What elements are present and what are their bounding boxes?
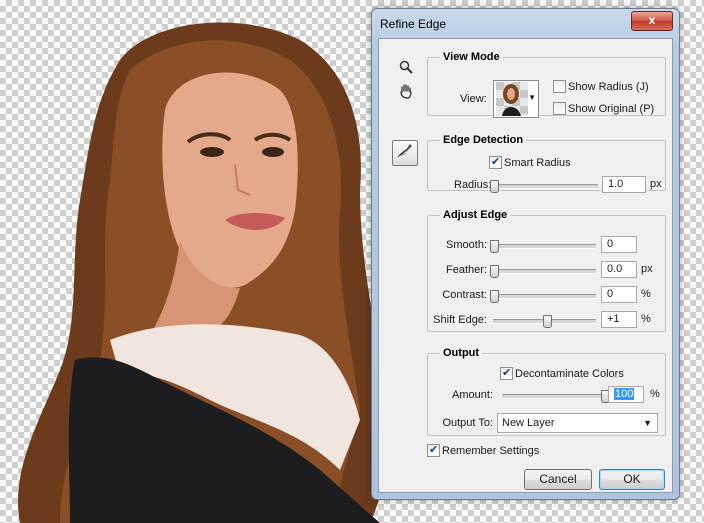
feather-slider[interactable] xyxy=(490,265,596,278)
smooth-label: Smooth: xyxy=(446,239,487,251)
contrast-input[interactable]: 0 xyxy=(601,286,637,303)
radius-label: Radius: xyxy=(454,179,492,191)
radius-unit: px xyxy=(650,178,662,190)
decontaminate-colors-label: Decontaminate Colors xyxy=(515,368,624,380)
view-mode-picker[interactable]: ▼ xyxy=(493,80,539,118)
radius-input[interactable]: 1.0 xyxy=(602,176,646,193)
shift-edge-label: Shift Edge: xyxy=(433,314,487,326)
shift-edge-input[interactable]: +1 xyxy=(601,311,637,328)
view-label: View: xyxy=(460,93,487,105)
feather-label: Feather: xyxy=(446,264,487,276)
output-group: Output Decontaminate Colors Amount: 100 … xyxy=(427,347,666,436)
contrast-unit: % xyxy=(641,288,651,300)
radius-slider-thumb[interactable] xyxy=(490,180,499,193)
shift-edge-unit: % xyxy=(641,313,651,325)
smooth-slider[interactable] xyxy=(490,240,596,253)
view-mode-group: View Mode View: ▼ Show Radius (J) Show O… xyxy=(427,51,666,118)
amount-label: Amount: xyxy=(452,389,493,401)
remember-settings-checkbox[interactable] xyxy=(427,443,440,457)
edge-detection-group: Edge Detection Smart Radius Radius: 1.0 … xyxy=(427,134,666,193)
smart-radius-label: Smart Radius xyxy=(504,157,571,169)
contrast-slider-thumb[interactable] xyxy=(490,290,499,303)
view-mode-thumbnail xyxy=(496,82,528,116)
amount-value-selected: 100 xyxy=(614,388,635,400)
dialog-title: Refine Edge xyxy=(380,17,447,31)
radius-slider[interactable] xyxy=(490,180,598,193)
show-original-checkbox[interactable] xyxy=(553,102,566,115)
output-legend: Output xyxy=(443,347,480,359)
show-radius-checkbox[interactable] xyxy=(553,80,566,93)
adjust-edge-group: Adjust Edge Smooth: 0 Feather: 0.0 px Co… xyxy=(427,209,666,332)
chevron-down-icon: ▼ xyxy=(643,418,652,428)
feather-slider-thumb[interactable] xyxy=(490,265,499,278)
contrast-slider[interactable] xyxy=(490,290,596,303)
amount-slider[interactable] xyxy=(502,390,610,403)
adjust-edge-legend: Adjust Edge xyxy=(443,209,508,221)
ok-button[interactable]: OK xyxy=(599,469,665,490)
dialog-body: View Mode View: ▼ Show Radius (J) Show O… xyxy=(378,38,673,493)
close-button[interactable]: x xyxy=(631,11,673,31)
feather-input[interactable]: 0.0 xyxy=(601,261,637,278)
edge-detection-legend: Edge Detection xyxy=(443,134,524,146)
output-to-select[interactable]: New Layer ▼ xyxy=(497,413,658,433)
show-radius-label: Show Radius (J) xyxy=(568,81,649,93)
decontaminate-colors-checkbox[interactable] xyxy=(500,366,513,380)
smooth-input[interactable]: 0 xyxy=(601,236,637,253)
contrast-label: Contrast: xyxy=(442,289,487,301)
feather-unit: px xyxy=(641,263,653,275)
refine-edge-dialog: Refine Edge x View Mode View: ▼ Show Rad… xyxy=(371,8,680,500)
amount-input[interactable]: 100 xyxy=(608,386,644,403)
shift-edge-slider[interactable] xyxy=(493,315,596,328)
cancel-button[interactable]: Cancel xyxy=(524,469,592,490)
dialog-titlebar[interactable]: Refine Edge x xyxy=(372,9,679,37)
close-icon: x xyxy=(648,13,656,27)
view-mode-legend: View Mode xyxy=(443,51,500,63)
smart-radius-checkbox[interactable] xyxy=(489,155,502,169)
refine-radius-brush-icon[interactable] xyxy=(392,140,418,166)
remember-settings-label: Remember Settings xyxy=(442,445,540,457)
output-to-value: New Layer xyxy=(502,417,555,429)
smooth-slider-thumb[interactable] xyxy=(490,240,499,253)
shift-edge-slider-thumb[interactable] xyxy=(542,315,552,328)
hand-icon[interactable] xyxy=(396,83,416,103)
output-to-label: Output To: xyxy=(442,417,493,429)
zoom-icon[interactable] xyxy=(396,59,416,79)
amount-unit: % xyxy=(650,388,660,400)
show-original-label: Show Original (P) xyxy=(568,103,655,115)
chevron-down-icon: ▼ xyxy=(528,93,536,102)
